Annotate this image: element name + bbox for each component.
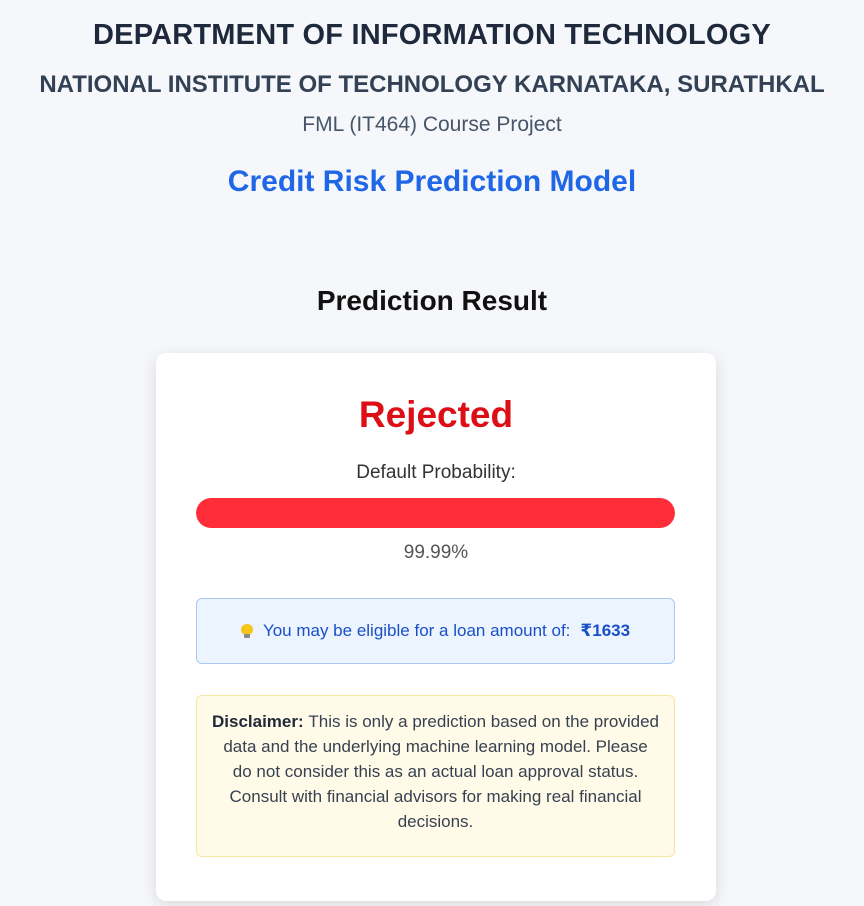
lightbulb-icon <box>240 624 253 638</box>
default-probability-label: Default Probability: <box>356 462 516 483</box>
default-probability-value: 99.99% <box>403 542 469 563</box>
result-card: Rejected Default Probability: 99.99% You… <box>156 353 716 901</box>
loan-eligibility-box: You may be eligible for a loan amount of… <box>196 598 675 664</box>
probability-bar <box>196 498 675 528</box>
disclaimer-label: Disclaimer: <box>212 712 309 731</box>
disclaimer-box: Disclaimer: This is only a prediction ba… <box>196 695 675 857</box>
probability-bar-fill <box>196 498 675 528</box>
loan-amount: ₹1633 <box>580 621 631 640</box>
prediction-result-heading: Prediction Result <box>316 285 548 316</box>
model-title: Credit Risk Prediction Model <box>227 165 637 198</box>
institute-title: NATIONAL INSTITUTE OF TECHNOLOGY KARNATA… <box>39 71 825 98</box>
course-subtitle: FML (IT464) Course Project <box>302 113 562 136</box>
prediction-status: Rejected <box>358 394 514 435</box>
loan-eligibility-text: You may be eligible for a loan amount of… <box>262 621 571 640</box>
department-title: DEPARTMENT OF INFORMATION TECHNOLOGY <box>93 19 771 51</box>
